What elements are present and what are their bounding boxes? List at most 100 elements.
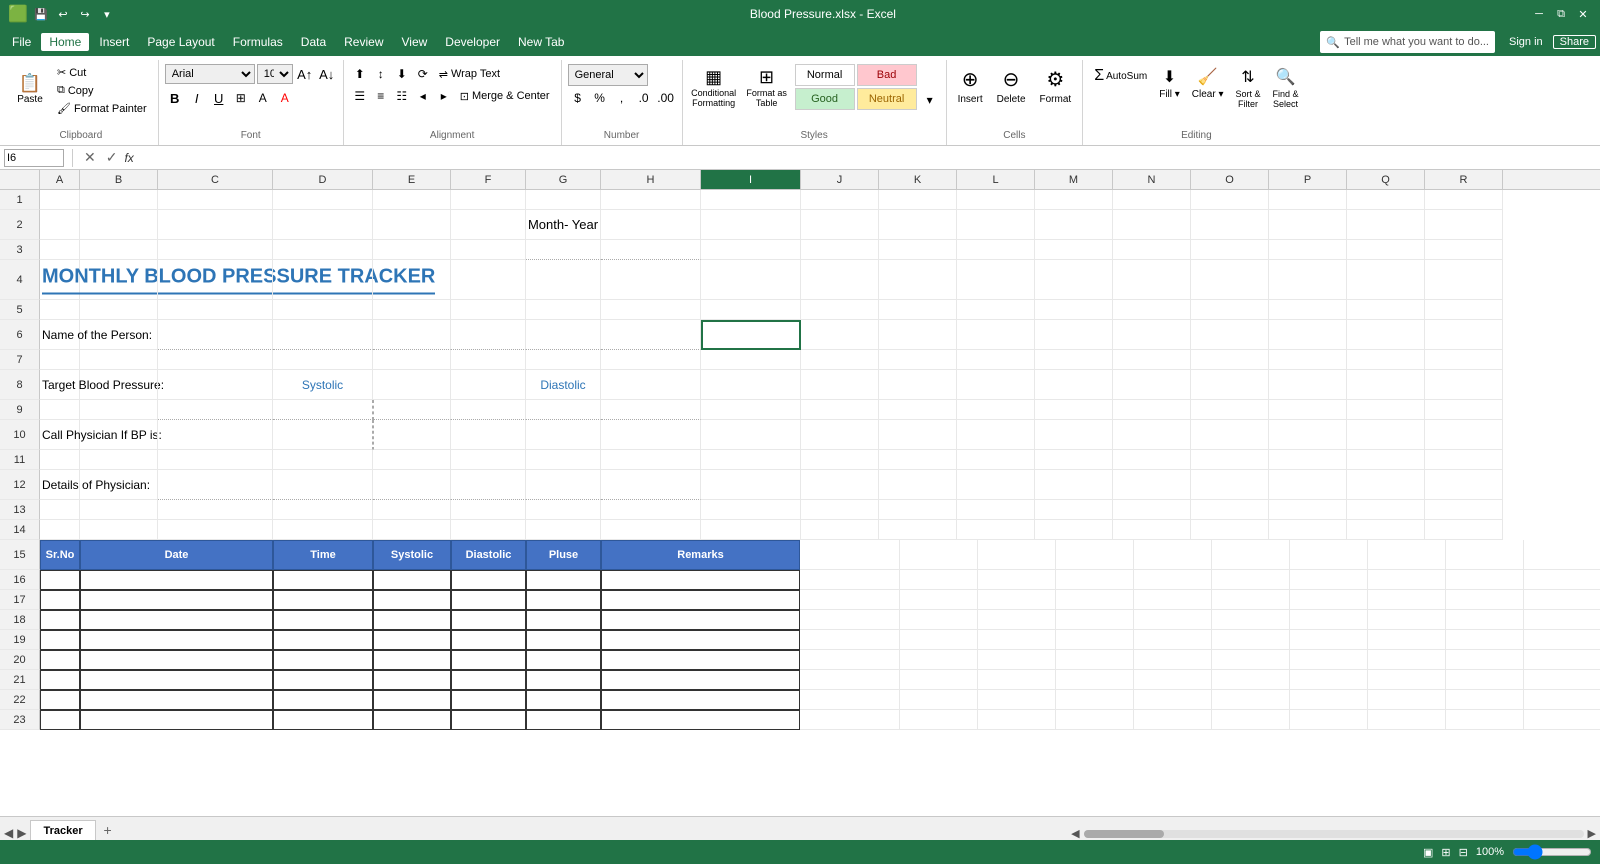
underline-button[interactable]: U: [209, 88, 229, 108]
col-header-R[interactable]: R: [1425, 170, 1503, 189]
search-bar[interactable]: 🔍 Tell me what you want to do...: [1320, 31, 1495, 53]
sheet-tab-tracker[interactable]: Tracker: [30, 820, 95, 840]
cell-E15-header[interactable]: Systolic: [373, 540, 451, 570]
cell-K14[interactable]: [879, 520, 957, 540]
cell-N16[interactable]: [1212, 570, 1290, 590]
col-header-I[interactable]: I: [701, 170, 801, 189]
cell-N19[interactable]: [1212, 630, 1290, 650]
cell-J8[interactable]: [801, 370, 879, 400]
cell-H19[interactable]: [601, 630, 800, 650]
cell-D2[interactable]: [273, 210, 373, 240]
cell-A12[interactable]: Details of Physician:: [40, 470, 80, 500]
cell-L23[interactable]: [1056, 710, 1134, 730]
cell-M9[interactable]: [1035, 400, 1113, 420]
cell-D16[interactable]: [273, 570, 373, 590]
increase-font-button[interactable]: A↑: [295, 64, 315, 84]
copy-button[interactable]: ⧉ Copy: [52, 82, 152, 99]
cell-K20[interactable]: [978, 650, 1056, 670]
cell-O2[interactable]: [1191, 210, 1269, 240]
cell-A20[interactable]: [40, 650, 80, 670]
cell-P20[interactable]: [1368, 650, 1446, 670]
cell-E8[interactable]: [373, 370, 451, 400]
cell-F22[interactable]: [451, 690, 526, 710]
minimize-button[interactable]: ─: [1530, 5, 1548, 23]
cell-B8[interactable]: [80, 370, 158, 400]
align-bottom-button[interactable]: ⬇: [392, 64, 412, 84]
cell-F6[interactable]: [451, 320, 526, 350]
cell-P12[interactable]: [1269, 470, 1347, 500]
cell-L22[interactable]: [1056, 690, 1134, 710]
cell-reference-input[interactable]: [4, 149, 64, 167]
cell-N3[interactable]: [1113, 240, 1191, 260]
cell-K23[interactable]: [978, 710, 1056, 730]
style-good[interactable]: Good: [795, 88, 855, 110]
cell-Q13[interactable]: [1347, 500, 1425, 520]
cell-D20[interactable]: [273, 650, 373, 670]
scroll-left-icon[interactable]: ◀: [1071, 827, 1079, 840]
cell-K8[interactable]: [879, 370, 957, 400]
cell-H11[interactable]: [601, 450, 701, 470]
cell-D17[interactable]: [273, 590, 373, 610]
cell-L5[interactable]: [957, 300, 1035, 320]
cell-G8[interactable]: Diastolic: [526, 370, 601, 400]
sort-filter-button[interactable]: ⇅ Sort &Filter: [1231, 64, 1266, 112]
cell-E16[interactable]: [373, 570, 451, 590]
cell-I6[interactable]: [701, 320, 801, 350]
cell-G1[interactable]: [526, 190, 601, 210]
cell-P23[interactable]: [1368, 710, 1446, 730]
cell-C12[interactable]: [158, 470, 273, 500]
cell-P10[interactable]: [1269, 420, 1347, 450]
cell-P21[interactable]: [1368, 670, 1446, 690]
undo-button[interactable]: ↩: [54, 5, 72, 23]
cell-L21[interactable]: [1056, 670, 1134, 690]
cell-D3[interactable]: [273, 240, 373, 260]
cell-I4[interactable]: [701, 260, 801, 300]
cell-G3[interactable]: [526, 240, 601, 260]
cell-O15[interactable]: [1290, 540, 1368, 570]
cell-J23[interactable]: [900, 710, 978, 730]
cell-L3[interactable]: [957, 240, 1035, 260]
cell-G16[interactable]: [526, 570, 601, 590]
cell-H8[interactable]: [601, 370, 701, 400]
cell-E4[interactable]: [373, 260, 451, 300]
cell-J2[interactable]: [801, 210, 879, 240]
cell-G20[interactable]: [526, 650, 601, 670]
cell-E13[interactable]: [373, 500, 451, 520]
cell-M7[interactable]: [1035, 350, 1113, 370]
cell-P11[interactable]: [1269, 450, 1347, 470]
cell-E17[interactable]: [373, 590, 451, 610]
cell-O5[interactable]: [1191, 300, 1269, 320]
cell-F3[interactable]: [451, 240, 526, 260]
cell-P1[interactable]: [1269, 190, 1347, 210]
style-neutral[interactable]: Neutral: [857, 88, 917, 110]
cell-M8[interactable]: [1035, 370, 1113, 400]
cell-F8[interactable]: [451, 370, 526, 400]
cell-H12[interactable]: [601, 470, 701, 500]
cell-G15-header[interactable]: Pluse: [526, 540, 601, 570]
cell-M13[interactable]: [1035, 500, 1113, 520]
cell-M10[interactable]: [1035, 420, 1113, 450]
fill-color-button[interactable]: A: [253, 88, 273, 108]
add-sheet-button[interactable]: +: [98, 820, 118, 840]
restore-button[interactable]: ⧉: [1552, 5, 1570, 23]
cell-P7[interactable]: [1269, 350, 1347, 370]
cell-L11[interactable]: [957, 450, 1035, 470]
cell-J12[interactable]: [801, 470, 879, 500]
cell-J20[interactable]: [900, 650, 978, 670]
cell-B13[interactable]: [80, 500, 158, 520]
cell-Q1[interactable]: [1347, 190, 1425, 210]
cell-F16[interactable]: [451, 570, 526, 590]
cell-N13[interactable]: [1113, 500, 1191, 520]
col-header-E[interactable]: E: [373, 170, 451, 189]
menu-page-layout[interactable]: Page Layout: [139, 33, 222, 51]
cell-Q22[interactable]: [1446, 690, 1524, 710]
cell-K19[interactable]: [978, 630, 1056, 650]
cell-F5[interactable]: [451, 300, 526, 320]
col-header-O[interactable]: O: [1191, 170, 1269, 189]
align-right-button[interactable]: ☷: [392, 86, 412, 106]
col-header-F[interactable]: F: [451, 170, 526, 189]
cell-J22[interactable]: [900, 690, 978, 710]
cell-F15-header[interactable]: Diastolic: [451, 540, 526, 570]
cell-I14[interactable]: [701, 520, 801, 540]
decrease-indent-button[interactable]: ◂: [413, 86, 433, 106]
